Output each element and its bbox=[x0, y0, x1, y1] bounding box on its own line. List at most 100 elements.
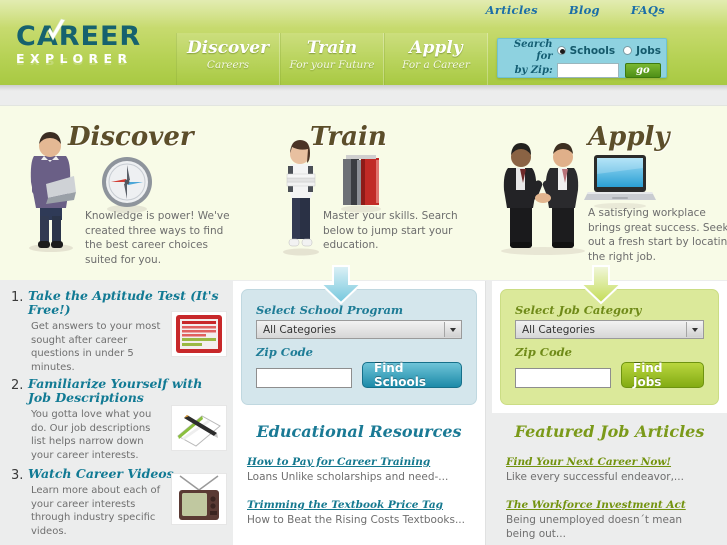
step-2-number: 2. bbox=[11, 378, 24, 393]
logo-career-text: CAREER bbox=[16, 18, 176, 52]
aptitude-test-form-thumbnail bbox=[171, 311, 227, 357]
step-3-number: 3. bbox=[11, 468, 24, 483]
search-label-line2: by Zip: bbox=[514, 64, 553, 76]
school-program-label: Select School Program bbox=[256, 303, 404, 317]
hero-apply: Apply A satisfying workplace brings grea… bbox=[470, 106, 727, 281]
job-zip-label: Zip Code bbox=[515, 345, 572, 359]
search-type-radios: Schools Jobs bbox=[556, 45, 661, 57]
notepad-pen-thumbnail bbox=[171, 405, 227, 451]
list-item: The Workforce Investment Act Being unemp… bbox=[492, 493, 727, 541]
list-item: Find Your Next Career Now! Like every su… bbox=[492, 450, 727, 484]
school-program-value: All Categories bbox=[263, 323, 336, 336]
hero-discover-title: Discover bbox=[68, 122, 194, 152]
logo-career-label: CAREER bbox=[16, 21, 142, 52]
featured-job-articles-title: Featured Job Articles bbox=[514, 422, 705, 441]
hero-train-text: Master your skills. Search below to jump… bbox=[323, 210, 458, 251]
job-column: Select Job Category All Categories Zip C… bbox=[492, 281, 727, 545]
school-zip-input[interactable] bbox=[256, 368, 352, 388]
radio-jobs-label[interactable]: Jobs bbox=[636, 45, 661, 57]
school-zip-row: Find Schools bbox=[256, 361, 462, 389]
job-category-label: Select Job Category bbox=[515, 303, 642, 317]
check-icon bbox=[47, 18, 66, 41]
television-thumbnail bbox=[171, 473, 227, 525]
down-arrow-icon-jobs bbox=[578, 265, 624, 305]
header-shadow bbox=[0, 85, 727, 91]
body-area: 1. Take the Aptitude Test (It's Free!) G… bbox=[0, 265, 727, 545]
nav-item-discover[interactable]: Discover Careers bbox=[176, 33, 280, 85]
radio-schools-label[interactable]: Schools bbox=[570, 45, 616, 57]
job-search-panel: Select Job Category All Categories Zip C… bbox=[500, 289, 719, 405]
edu-article-link-2[interactable]: Trimming the Textbook Price Tag bbox=[247, 499, 443, 511]
page-root: Articles Blog FAQs CAREER EXPLORER EXPLO… bbox=[0, 0, 727, 545]
top-link-faqs[interactable]: FAQs bbox=[631, 3, 665, 17]
laptop-icon bbox=[584, 155, 656, 209]
compass-icon bbox=[102, 157, 152, 213]
find-jobs-button[interactable]: Find Jobs bbox=[621, 361, 704, 389]
hero-apply-text: A satisfying workplace brings great succ… bbox=[588, 207, 727, 263]
nav-item-train[interactable]: Train For your Future bbox=[280, 33, 384, 85]
job-article-blurb-2: Being unemployed doesn´t mean being out.… bbox=[506, 514, 683, 540]
job-category-value: All Categories bbox=[522, 323, 595, 336]
hero-train: Train Master your skills. Search below t… bbox=[255, 106, 470, 281]
zip-search-row-top: Search for Schools Jobs bbox=[503, 39, 661, 62]
list-item: Trimming the Textbook Price Tag How to B… bbox=[233, 493, 485, 527]
radio-jobs[interactable] bbox=[623, 46, 633, 55]
school-column: Select School Program All Categories Zip… bbox=[233, 281, 485, 545]
nav-apply-subtitle: For a Career bbox=[402, 59, 470, 71]
list-item: How to Pay for Career Training Loans Unl… bbox=[233, 450, 485, 484]
woman-with-books-photo bbox=[283, 140, 319, 256]
edu-article-blurb-1: Loans Unlike scholarships and need-... bbox=[247, 471, 449, 483]
nav-discover-subtitle: Careers bbox=[206, 59, 250, 71]
step-3-desc: Learn more about each of your career int… bbox=[31, 485, 161, 537]
books-icon bbox=[341, 155, 381, 213]
step-item: 3. Watch Career Videos Learn more about … bbox=[6, 467, 227, 538]
radio-schools[interactable] bbox=[556, 46, 566, 55]
hero-band: Discover Knowledge is power! We've creat… bbox=[0, 105, 727, 280]
nav-apply-title: Apply bbox=[409, 38, 463, 58]
site-logo[interactable]: CAREER EXPLORER EXPLORER bbox=[16, 18, 176, 79]
nav-discover-title: Discover bbox=[186, 38, 270, 58]
chevron-down-icon[interactable] bbox=[686, 322, 702, 337]
school-zip-label: Zip Code bbox=[256, 345, 313, 359]
search-label-line1: Search for bbox=[513, 38, 553, 62]
hero-discover-text: Knowledge is power! We've created three … bbox=[85, 210, 230, 266]
main-nav: Discover Careers Train For your Future A… bbox=[176, 33, 488, 85]
find-schools-button[interactable]: Find Schools bbox=[362, 361, 462, 389]
header-zip-input[interactable] bbox=[556, 63, 619, 78]
go-button[interactable]: go bbox=[624, 63, 661, 78]
handshake-photo bbox=[501, 143, 585, 255]
hero-apply-title: Apply bbox=[588, 122, 670, 152]
job-category-select[interactable]: All Categories bbox=[515, 320, 704, 339]
zip-search-row-bottom: by Zip: go bbox=[503, 62, 661, 79]
man-with-laptop-photo bbox=[29, 132, 76, 252]
chevron-down-icon[interactable] bbox=[444, 322, 460, 337]
step-2-desc: You gotta love what you do. Our job desc… bbox=[31, 409, 152, 461]
hero-discover: Discover Knowledge is power! We've creat… bbox=[0, 106, 250, 281]
divider-right bbox=[485, 281, 486, 545]
step-1-number: 1. bbox=[11, 290, 24, 305]
step-item: 1. Take the Aptitude Test (It's Free!) G… bbox=[6, 289, 227, 374]
top-links: Articles Blog FAQs bbox=[486, 3, 665, 17]
steps-sidebar: 1. Take the Aptitude Test (It's Free!) G… bbox=[0, 281, 233, 545]
job-zip-input[interactable] bbox=[515, 368, 611, 388]
top-link-blog[interactable]: Blog bbox=[569, 3, 600, 17]
zip-search-box: Search for Schools Jobs by Zip: go bbox=[497, 38, 667, 78]
nav-train-subtitle: For your Future bbox=[289, 59, 375, 71]
job-article-blurb-1: Like every successful endeavor,... bbox=[506, 471, 684, 483]
school-program-select[interactable]: All Categories bbox=[256, 320, 462, 339]
down-arrow-icon-schools bbox=[318, 265, 364, 305]
educational-resources-title: Educational Resources bbox=[256, 422, 462, 441]
step-1-desc: Get answers to your most sought after ca… bbox=[31, 321, 161, 373]
nav-train-title: Train bbox=[306, 38, 358, 58]
edu-article-link-1[interactable]: How to Pay for Career Training bbox=[247, 456, 430, 468]
logo-explorer-reflection: EXPLORER bbox=[16, 55, 133, 67]
step-2-title[interactable]: Familiarize Yourself with Job Descriptio… bbox=[28, 377, 221, 405]
job-article-link-2[interactable]: The Workforce Investment Act bbox=[506, 499, 686, 511]
top-link-articles[interactable]: Articles bbox=[486, 3, 538, 17]
job-article-link-1[interactable]: Find Your Next Career Now! bbox=[506, 456, 671, 468]
job-zip-row: Find Jobs bbox=[515, 361, 704, 389]
site-header: Articles Blog FAQs CAREER EXPLORER EXPLO… bbox=[0, 0, 727, 85]
school-search-panel: Select School Program All Categories Zip… bbox=[241, 289, 477, 405]
nav-item-apply[interactable]: Apply For a Career bbox=[384, 33, 488, 85]
step-item: 2. Familiarize Yourself with Job Descrip… bbox=[6, 377, 227, 462]
